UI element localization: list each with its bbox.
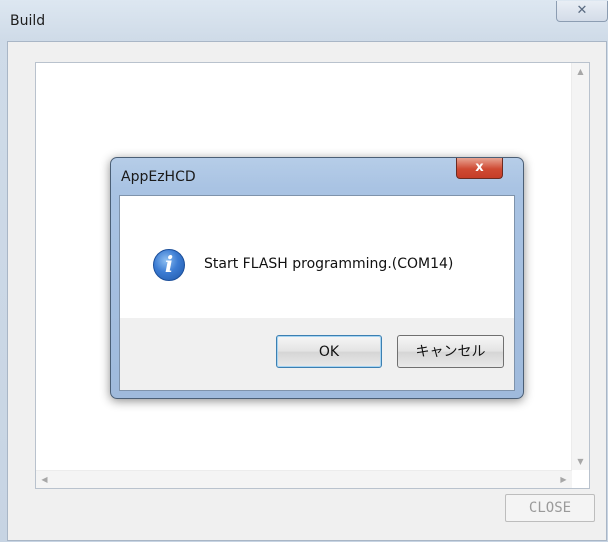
info-icon: i bbox=[153, 249, 185, 281]
window-title: Build bbox=[10, 13, 46, 29]
dialog-title: AppEzHCD bbox=[121, 169, 196, 185]
build-window: Build ✕ ▲ ▼ ◀ ▶ CLOSE AppEzHCD x i Start… bbox=[0, 0, 608, 542]
vertical-scrollbar[interactable]: ▲ ▼ bbox=[571, 63, 589, 470]
appezhcd-dialog: AppEzHCD x i Start FLASH programming.(CO… bbox=[110, 157, 524, 399]
dialog-message-area: i Start FLASH programming.(COM14) bbox=[120, 196, 514, 318]
scroll-up-arrow-icon[interactable]: ▲ bbox=[572, 63, 589, 80]
scroll-left-arrow-icon[interactable]: ◀ bbox=[36, 471, 53, 488]
scroll-down-arrow-icon[interactable]: ▼ bbox=[572, 453, 589, 470]
scroll-right-arrow-icon[interactable]: ▶ bbox=[555, 471, 572, 488]
horizontal-scrollbar[interactable]: ◀ ▶ bbox=[36, 470, 572, 488]
cancel-button[interactable]: キャンセル bbox=[397, 335, 504, 368]
close-button[interactable]: CLOSE bbox=[505, 494, 595, 522]
dialog-close-button[interactable]: x bbox=[456, 158, 503, 179]
ok-button[interactable]: OK bbox=[276, 335, 382, 368]
dialog-message: Start FLASH programming.(COM14) bbox=[204, 256, 454, 272]
window-close-button[interactable]: ✕ bbox=[556, 1, 608, 22]
dialog-body: i Start FLASH programming.(COM14) OK キャン… bbox=[119, 195, 515, 391]
